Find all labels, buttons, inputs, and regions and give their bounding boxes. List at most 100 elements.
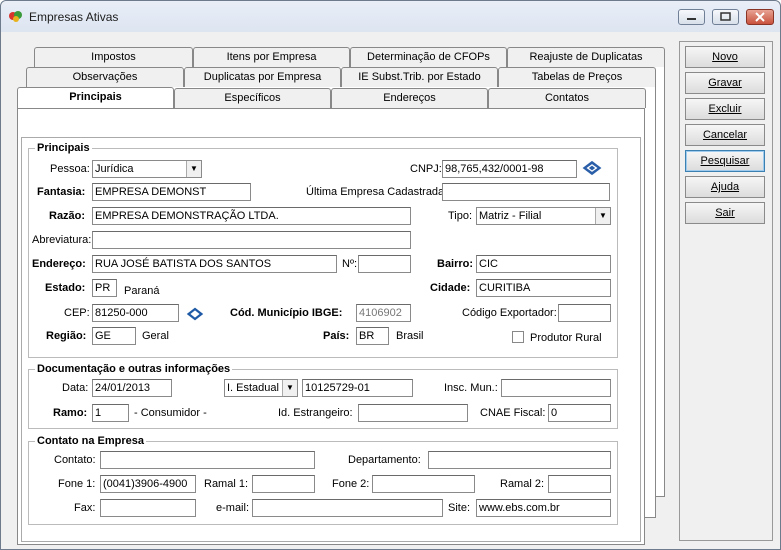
title-bar: Empresas Ativas (1, 1, 780, 32)
tab-principais[interactable]: Principais (17, 87, 174, 109)
estrangeiro-label: Id. Estrangeiro: (278, 407, 353, 419)
departamento-label: Departamento: (348, 454, 421, 466)
tipo-value: Matriz - Filial (479, 210, 542, 222)
ramal1-label: Ramal 1: (204, 478, 249, 490)
tab-itens-por-empresa[interactable]: Itens por Empresa (193, 47, 350, 67)
regiao-field[interactable]: GE (92, 327, 136, 345)
app-icon (9, 11, 22, 22)
pessoa-select[interactable]: Jurídica ▼ (92, 160, 202, 178)
pessoa-value: Jurídica (95, 163, 134, 175)
chevron-down-icon: ▼ (282, 380, 297, 396)
ramo-field[interactable]: 1 (92, 404, 129, 422)
estado-label: Estado: (45, 282, 86, 294)
fantasia-field[interactable]: EMPRESA DEMONST (92, 183, 251, 201)
correios-icon[interactable] (184, 304, 206, 324)
window-title: Empresas Ativas (29, 10, 119, 24)
tab-determinacao-cfops[interactable]: Determinação de CFOPs (350, 47, 507, 67)
close-icon (755, 12, 765, 22)
data-field[interactable]: 24/01/2013 (92, 379, 172, 397)
cancelar-button[interactable]: Cancelar (685, 124, 765, 146)
razao-field[interactable]: EMPRESA DEMONSTRAÇÃO LTDA. (92, 207, 411, 225)
ibge-label: Cód. Município IBGE: (230, 307, 343, 319)
chevron-down-icon: ▼ (186, 161, 201, 177)
tipo-label: Tipo: (448, 210, 473, 222)
receita-federal-icon[interactable] (581, 158, 603, 178)
fone1-label: Fone 1: (58, 478, 96, 490)
close-button[interactable] (746, 9, 774, 25)
tab-ie-subst-trib[interactable]: IE Subst.Trib. por Estado (341, 67, 498, 87)
tipo-select[interactable]: Matriz - Filial ▼ (476, 207, 611, 225)
maximize-icon (720, 12, 731, 21)
fone2-field[interactable] (372, 475, 475, 493)
site-label: Site: (448, 502, 471, 514)
cidade-field[interactable]: CURITIBA (476, 279, 611, 297)
cnpj-label: CNPJ: (410, 163, 442, 175)
tab-reajuste-duplicatas[interactable]: Reajuste de Duplicatas (507, 47, 665, 67)
tab-especificos[interactable]: Específicos (174, 88, 331, 108)
tab-tabelas-precos[interactable]: Tabelas de Preços (498, 67, 656, 87)
ramal1-field[interactable] (252, 475, 315, 493)
excluir-button[interactable]: Excluir (685, 98, 765, 120)
regiao-name: Geral (142, 330, 169, 342)
bairro-label: Bairro: (437, 258, 474, 270)
ultima-empresa-label: Última Empresa Cadastrada: (306, 186, 448, 198)
data-label: Data: (62, 382, 89, 394)
estrangeiro-field[interactable] (358, 404, 468, 422)
numero-field[interactable] (358, 255, 411, 273)
ultima-empresa-field[interactable] (442, 183, 610, 201)
cep-field[interactable]: 81250-000 (92, 304, 179, 322)
cnae-label: CNAE Fiscal: (480, 407, 546, 419)
tab-duplicatas-por-empresa[interactable]: Duplicatas por Empresa (184, 67, 341, 87)
fax-field[interactable] (100, 499, 196, 517)
departamento-field[interactable] (428, 451, 611, 469)
bairro-field[interactable]: CIC (476, 255, 611, 273)
email-field[interactable] (252, 499, 443, 517)
maximize-button[interactable] (712, 9, 739, 25)
ie-field[interactable]: 10125729-01 (302, 379, 413, 397)
cidade-label: Cidade: (430, 282, 471, 294)
razao-label: Razão: (49, 210, 86, 222)
pais-field[interactable]: BR (356, 327, 389, 345)
endereco-label: Endereço: (32, 258, 86, 270)
group-contato-title: Contato na Empresa (35, 435, 146, 447)
insc-mun-field[interactable] (501, 379, 611, 397)
ibge-field[interactable]: 4106902 (356, 304, 411, 322)
fone1-field[interactable]: (0041)3906-4900 (100, 475, 196, 493)
pesquisar-button[interactable]: Pesquisar (685, 150, 765, 172)
minimize-icon (687, 18, 696, 20)
cnae-field[interactable]: 0 (548, 404, 611, 422)
abreviatura-label: Abreviatura: (32, 234, 92, 246)
minimize-button[interactable] (678, 9, 705, 25)
pais-name: Brasil (396, 330, 424, 342)
ramo-label: Ramo: (53, 407, 88, 419)
ramal2-field[interactable] (548, 475, 611, 493)
cnpj-field[interactable]: 98,765,432/0001-98 (442, 160, 577, 178)
chevron-down-icon: ▼ (595, 208, 610, 224)
ie-type-select[interactable]: I. Estadual ▼ (224, 379, 298, 397)
group-principais-title: Principais (35, 142, 92, 154)
tab-impostos[interactable]: Impostos (34, 47, 193, 67)
ie-type-value: I. Estadual (227, 382, 279, 394)
abreviatura-field[interactable] (92, 231, 411, 249)
ajuda-button[interactable]: Ajuda (685, 176, 765, 198)
ramal2-label: Ramal 2: (500, 478, 545, 490)
exportador-field[interactable] (558, 304, 611, 322)
produtor-rural-checkbox[interactable] (512, 331, 524, 343)
tab-observacoes[interactable]: Observações (26, 67, 184, 87)
site-field[interactable]: www.ebs.com.br (476, 499, 611, 517)
tab-contatos[interactable]: Contatos (488, 88, 646, 108)
tab-enderecos[interactable]: Endereços (331, 88, 488, 108)
contato-label: Contato: (54, 454, 96, 466)
fone2-label: Fone 2: (332, 478, 370, 490)
fantasia-label: Fantasia: (37, 186, 86, 198)
produtor-rural-label: Produtor Rural (530, 332, 602, 344)
gravar-button[interactable]: Gravar (685, 72, 765, 94)
estado-field[interactable]: PR (92, 279, 117, 297)
exportador-label: Código Exportador: (462, 307, 557, 319)
sair-button[interactable]: Sair (685, 202, 765, 224)
endereco-field[interactable]: RUA JOSÉ BATISTA DOS SANTOS (92, 255, 337, 273)
contato-field[interactable] (100, 451, 315, 469)
novo-button[interactable]: Novo (685, 46, 765, 68)
numero-label: Nº: (342, 258, 358, 270)
email-label: e-mail: (216, 502, 250, 514)
